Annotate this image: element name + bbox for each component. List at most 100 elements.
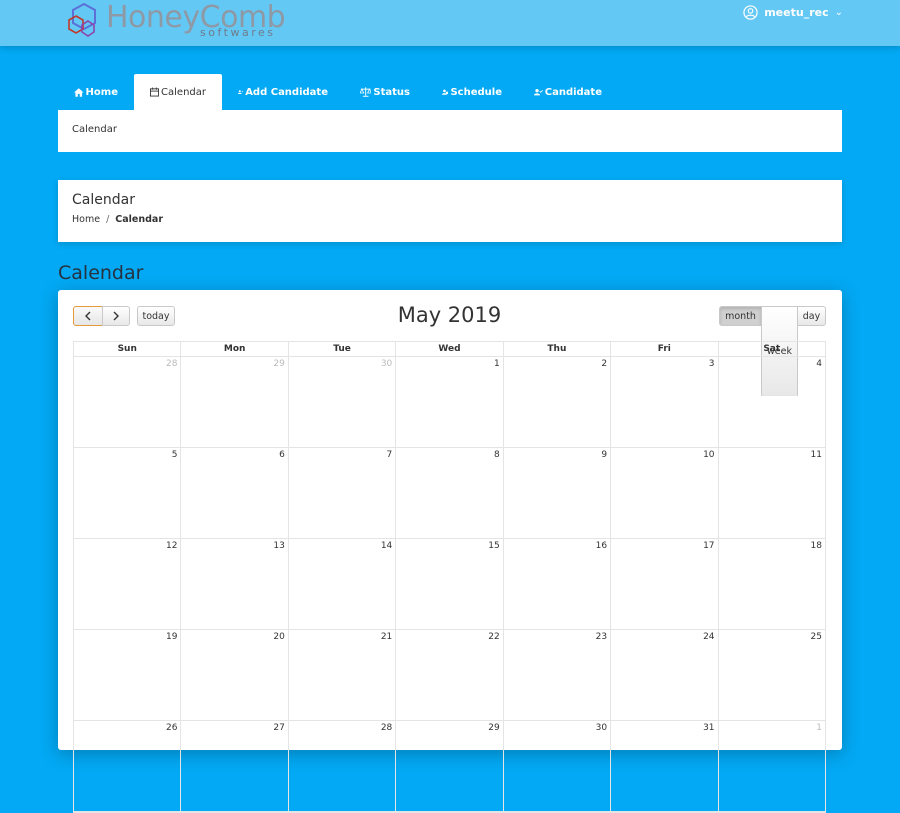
tab-calendar[interactable]: Calendar bbox=[134, 74, 222, 110]
day-cell[interactable]: 11 bbox=[719, 448, 825, 538]
day-cell[interactable]: 29 bbox=[181, 357, 288, 447]
day-cell[interactable]: 1 bbox=[719, 721, 825, 811]
day-number: 6 bbox=[279, 450, 285, 460]
page-title: Calendar bbox=[72, 192, 828, 208]
brand-logo[interactable]: HoneyComb softwares bbox=[64, 2, 104, 42]
tab-schedule[interactable]: Schedule bbox=[426, 74, 518, 110]
day-cell[interactable]: 22 bbox=[396, 630, 503, 720]
calendar-icon bbox=[150, 87, 159, 97]
day-cell[interactable]: 28 bbox=[289, 721, 396, 811]
day-number: 29 bbox=[273, 359, 284, 369]
day-cell[interactable]: 2 bbox=[504, 357, 611, 447]
day-number: 28 bbox=[166, 359, 177, 369]
week-row: 5 6 7 8 9 10 11 bbox=[74, 448, 825, 539]
day-cell[interactable]: 13 bbox=[181, 539, 288, 629]
page-header: Calendar Home/Calendar bbox=[58, 180, 842, 242]
tab-home[interactable]: Home bbox=[58, 74, 134, 110]
day-cell[interactable]: 23 bbox=[504, 630, 611, 720]
day-number: 1 bbox=[816, 723, 822, 733]
day-number: 28 bbox=[381, 723, 392, 733]
day-cell[interactable]: 3 bbox=[611, 357, 718, 447]
day-view-button[interactable]: day bbox=[797, 306, 826, 326]
day-cell[interactable]: 27 bbox=[181, 721, 288, 811]
day-number: 2 bbox=[601, 359, 607, 369]
day-number: 9 bbox=[601, 450, 607, 460]
day-number: 23 bbox=[596, 632, 607, 642]
day-number: 4 bbox=[816, 359, 822, 369]
day-number: 26 bbox=[166, 723, 177, 733]
user-circle-icon bbox=[743, 5, 758, 20]
day-cell[interactable]: 19 bbox=[74, 630, 181, 720]
day-cell[interactable]: 4 bbox=[719, 357, 825, 447]
weekday-header: Sun Mon Tue Wed Thu Fri Sat bbox=[74, 342, 825, 357]
day-number: 12 bbox=[166, 541, 177, 551]
day-cell[interactable]: 15 bbox=[396, 539, 503, 629]
day-number: 17 bbox=[703, 541, 714, 551]
day-cell[interactable]: 7 bbox=[289, 448, 396, 538]
day-number: 11 bbox=[811, 450, 822, 460]
day-cell[interactable]: 31 bbox=[611, 721, 718, 811]
user-clock-icon bbox=[442, 87, 448, 97]
chevron-down-icon: ⌄ bbox=[835, 7, 843, 18]
calendar-card: today May 2019 month week day Sun Mon Tu… bbox=[58, 290, 842, 750]
tab-label: Status bbox=[373, 87, 410, 98]
day-cell[interactable]: 16 bbox=[504, 539, 611, 629]
tab-label: Calendar bbox=[161, 87, 206, 98]
weekday-thu: Thu bbox=[504, 342, 611, 356]
calendar-toolbar: today May 2019 month week day bbox=[73, 306, 826, 328]
tab-label: Home bbox=[86, 87, 118, 98]
day-cell[interactable]: 25 bbox=[719, 630, 825, 720]
day-cell[interactable]: 5 bbox=[74, 448, 181, 538]
main-tabs: Home Calendar Add Candidate Status Sched… bbox=[58, 74, 842, 110]
day-cell[interactable]: 30 bbox=[289, 357, 396, 447]
tab-panel: Calendar bbox=[58, 110, 842, 152]
day-number: 7 bbox=[387, 450, 393, 460]
day-cell[interactable]: 29 bbox=[396, 721, 503, 811]
balance-scale-icon bbox=[360, 87, 371, 97]
day-cell[interactable]: 28 bbox=[74, 357, 181, 447]
calendar-grid: Sun Mon Tue Wed Thu Fri Sat 282930123456… bbox=[73, 341, 826, 813]
week-row: 28 29 301 23 4 bbox=[74, 357, 825, 448]
breadcrumb-current: Calendar bbox=[115, 214, 163, 225]
day-number: 10 bbox=[703, 450, 714, 460]
day-number: 25 bbox=[811, 632, 822, 642]
day-number: 21 bbox=[381, 632, 392, 642]
day-number: 16 bbox=[596, 541, 607, 551]
day-number: 24 bbox=[703, 632, 714, 642]
day-cell[interactable]: 1 bbox=[396, 357, 503, 447]
honeycomb-logo-icon bbox=[64, 2, 104, 40]
brand-tagline: softwares bbox=[200, 26, 275, 39]
day-cell[interactable]: 6 bbox=[181, 448, 288, 538]
user-menu[interactable]: meetu_rec ⌄ bbox=[743, 5, 843, 20]
day-cell[interactable]: 18 bbox=[719, 539, 825, 629]
tab-candidate[interactable]: Candidate bbox=[518, 74, 618, 110]
day-cell[interactable]: 14 bbox=[289, 539, 396, 629]
day-cell[interactable]: 26 bbox=[74, 721, 181, 811]
day-number: 30 bbox=[596, 723, 607, 733]
day-number: 15 bbox=[488, 541, 499, 551]
breadcrumb-home[interactable]: Home bbox=[72, 214, 100, 225]
tab-label: Add Candidate bbox=[245, 87, 328, 98]
day-cell[interactable]: 24 bbox=[611, 630, 718, 720]
day-cell[interactable]: 30 bbox=[504, 721, 611, 811]
week-row: 12 13 14 15 16 17 18 bbox=[74, 539, 825, 630]
day-cell[interactable]: 21 bbox=[289, 630, 396, 720]
week-row: 1920 21 22 23 24 25 bbox=[74, 630, 825, 721]
day-cell[interactable]: 17 bbox=[611, 539, 718, 629]
weekday-fri: Fri bbox=[611, 342, 718, 356]
tab-add-candidate[interactable]: Add Candidate bbox=[222, 74, 344, 110]
day-cell[interactable]: 20 bbox=[181, 630, 288, 720]
tab-status[interactable]: Status bbox=[344, 74, 426, 110]
day-cell[interactable]: 9 bbox=[504, 448, 611, 538]
day-cell[interactable]: 12 bbox=[74, 539, 181, 629]
user-check-icon bbox=[534, 87, 543, 97]
month-view-button[interactable]: month bbox=[719, 306, 762, 326]
day-number: 13 bbox=[273, 541, 284, 551]
day-cell[interactable]: 10 bbox=[611, 448, 718, 538]
calendar-title: May 2019 bbox=[73, 303, 826, 327]
day-number: 8 bbox=[494, 450, 500, 460]
tab-label: Candidate bbox=[545, 87, 602, 98]
weekday-wed: Wed bbox=[396, 342, 503, 356]
calendar-weeks: 2829301234567891011121314151617181920212… bbox=[74, 357, 825, 812]
day-cell[interactable]: 8 bbox=[396, 448, 503, 538]
